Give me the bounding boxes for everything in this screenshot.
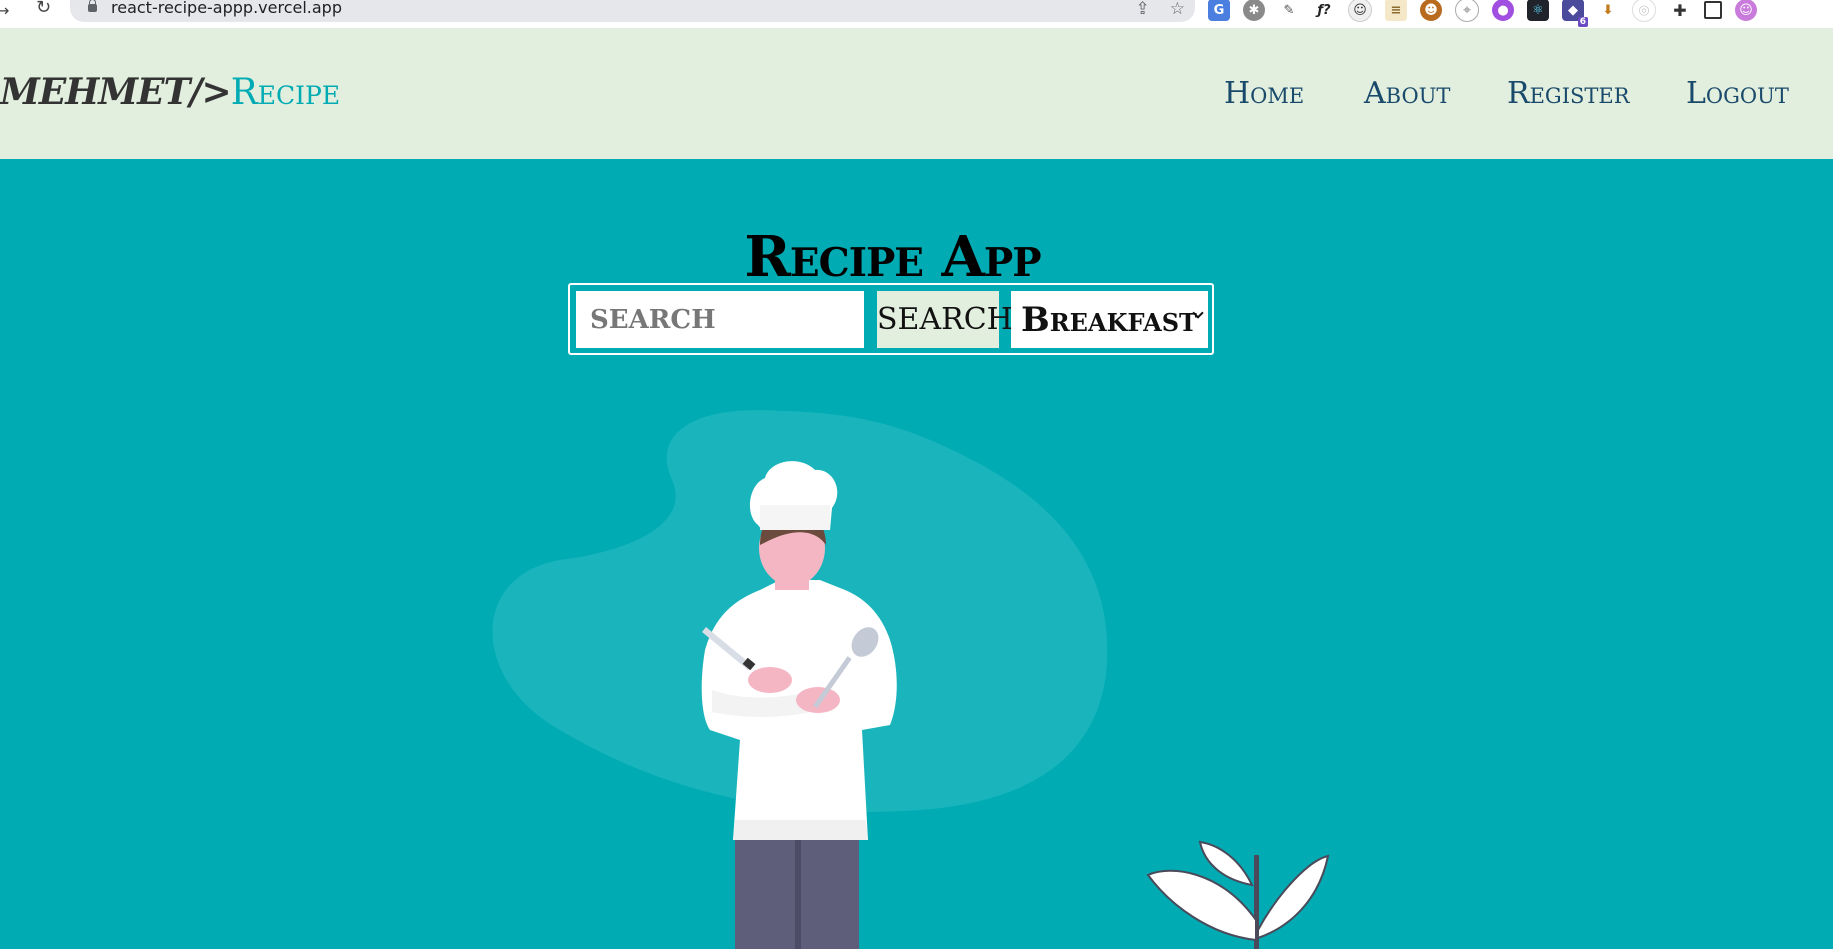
react-devtools-icon[interactable]: ⚛ bbox=[1527, 0, 1549, 21]
sidebar-icon[interactable] bbox=[1704, 1, 1722, 19]
bug-icon[interactable]: ✱ bbox=[1243, 0, 1265, 21]
plant-illustration bbox=[1146, 840, 1330, 949]
back-arrow-icon[interactable]: → bbox=[0, 1, 9, 20]
brand-separator: /> bbox=[189, 71, 231, 113]
url-text[interactable]: react-recipe-appp.vercel.app bbox=[111, 0, 342, 17]
chef-hat bbox=[749, 461, 838, 530]
disguise-icon[interactable]: ☺ bbox=[1348, 0, 1372, 22]
browser-nav: → ↻ bbox=[0, 0, 51, 20]
site-header: MEHMET/>Recipe Home About Register Logou… bbox=[0, 28, 1833, 159]
address-bar[interactable]: react-recipe-appp.vercel.app ⇪ ☆ bbox=[70, 0, 1195, 22]
page-title: Recipe App bbox=[744, 223, 1041, 290]
knife bbox=[702, 627, 752, 670]
browser-toolbar: → ↻ react-recipe-appp.vercel.app ⇪ ☆ G ✱… bbox=[0, 0, 1833, 28]
extensions-bar: G ✱ ✎ ƒ? ☺ ≡ ☻ ⌖ ● ⚛ ◆ 6 ⬇ ◎ ✚ ☺ bbox=[1208, 0, 1757, 27]
share-icon[interactable]: ⇪ bbox=[1136, 0, 1150, 19]
profile-extension-icon[interactable]: ☻ bbox=[1420, 0, 1442, 21]
brand-logo[interactable]: MEHMET/>Recipe bbox=[0, 71, 340, 113]
nav-link-logout[interactable]: Logout bbox=[1686, 76, 1789, 111]
nav-link-register[interactable]: Register bbox=[1507, 76, 1630, 111]
extension-badge: 6 bbox=[1577, 17, 1588, 27]
meal-type-select[interactable]: Breakfast bbox=[1011, 291, 1208, 348]
brand-name: MEHMET bbox=[0, 71, 190, 113]
github-icon[interactable]: ● bbox=[1492, 0, 1514, 21]
chef-coat bbox=[701, 580, 897, 840]
function-icon[interactable]: ƒ? bbox=[1313, 0, 1335, 21]
google-translate-icon[interactable]: G bbox=[1208, 0, 1230, 21]
spoon bbox=[851, 627, 879, 657]
chef-head bbox=[759, 510, 825, 586]
puzzle-icon[interactable]: ✚ bbox=[1669, 0, 1691, 21]
background-blob bbox=[492, 410, 1108, 812]
lock-icon bbox=[88, 0, 97, 12]
nav-link-home[interactable]: Home bbox=[1224, 76, 1304, 111]
circle-icon[interactable]: ◎ bbox=[1632, 0, 1656, 22]
redux-icon[interactable]: ◆ 6 bbox=[1562, 0, 1588, 27]
compass-icon[interactable]: ⌖ bbox=[1455, 0, 1479, 22]
brand-accent: Recipe bbox=[230, 72, 341, 113]
search-button[interactable]: SEARCH bbox=[877, 291, 1013, 348]
nav-link-about[interactable]: About bbox=[1364, 76, 1450, 111]
reload-icon[interactable]: ↻ bbox=[36, 0, 51, 18]
search-input[interactable] bbox=[576, 291, 864, 348]
eyedropper-icon[interactable]: ✎ bbox=[1278, 0, 1300, 21]
search-form: SEARCH Breakfast bbox=[568, 283, 1214, 355]
bookmark-star-icon[interactable]: ☆ bbox=[1170, 0, 1185, 19]
download-icon[interactable]: ⬇ bbox=[1597, 0, 1619, 21]
avatar-icon[interactable]: ☺ bbox=[1735, 0, 1757, 21]
chef-legs bbox=[735, 830, 859, 949]
meal-type-value: Breakfast bbox=[1021, 299, 1197, 340]
reader-icon[interactable]: ≡ bbox=[1385, 0, 1407, 21]
